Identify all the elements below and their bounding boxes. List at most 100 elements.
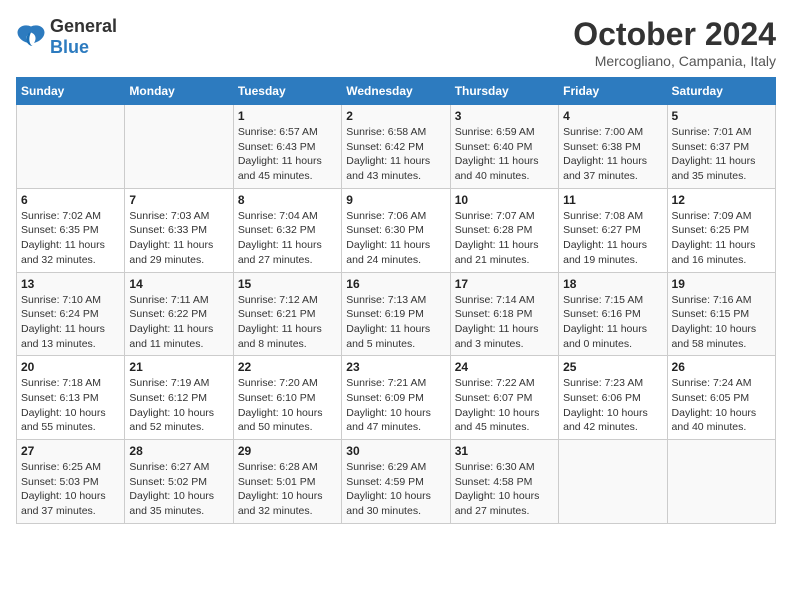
day-number: 12 bbox=[672, 193, 771, 207]
calendar-cell: 29 Sunrise: 6:28 AMSunset: 5:01 PMDayligh… bbox=[233, 440, 341, 524]
day-number: 16 bbox=[346, 277, 445, 291]
day-info: Sunrise: 7:15 AMSunset: 6:16 PMDaylight:… bbox=[563, 293, 662, 352]
sunset-text: Sunset: 6:40 PM bbox=[455, 140, 554, 155]
calendar-cell: 16 Sunrise: 7:13 AMSunset: 6:19 PMDayligh… bbox=[342, 272, 450, 356]
daylight-text: Daylight: 11 hours and 19 minutes. bbox=[563, 238, 662, 267]
day-number: 19 bbox=[672, 277, 771, 291]
calendar-week-1: 1Sunrise: 6:57 AMSunset: 6:43 PMDaylight… bbox=[17, 105, 776, 189]
daylight-text: Daylight: 10 hours and 45 minutes. bbox=[455, 406, 554, 435]
day-info: Sunrise: 7:12 AMSunset: 6:21 PMDaylight:… bbox=[238, 293, 337, 352]
day-info: Sunrise: 6:58 AMSunset: 6:42 PMDaylight:… bbox=[346, 125, 445, 184]
calendar-cell: 11Sunrise: 7:08 AMSunset: 6:27 PMDayligh… bbox=[559, 188, 667, 272]
day-number: 6 bbox=[21, 193, 120, 207]
day-number: 17 bbox=[455, 277, 554, 291]
sunset-text: Sunset: 6:30 PM bbox=[346, 223, 445, 238]
daylight-text: Daylight: 11 hours and 16 minutes. bbox=[672, 238, 771, 267]
day-info: Sunrise: 7:11 AMSunset: 6:22 PMDaylight:… bbox=[129, 293, 228, 352]
sunset-text: Sunset: 6:13 PM bbox=[21, 391, 120, 406]
sunrise-text: Sunrise: 6:59 AM bbox=[455, 125, 554, 140]
day-info: Sunrise: 7:13 AMSunset: 6:19 PMDaylight:… bbox=[346, 293, 445, 352]
sunset-text: Sunset: 6:07 PM bbox=[455, 391, 554, 406]
daylight-text: Daylight: 11 hours and 32 minutes. bbox=[21, 238, 120, 267]
calendar-week-3: 13Sunrise: 7:10 AMSunset: 6:24 PMDayligh… bbox=[17, 272, 776, 356]
daylight-text: Daylight: 10 hours and 58 minutes. bbox=[672, 322, 771, 351]
page-header: General Blue October 2024 Mercogliano, C… bbox=[16, 16, 776, 69]
sunrise-text: Sunrise: 7:13 AM bbox=[346, 293, 445, 308]
calendar-cell: 22Sunrise: 7:20 AMSunset: 6:10 PMDayligh… bbox=[233, 356, 341, 440]
day-info: Sunrise: 7:02 AMSunset: 6:35 PMDaylight:… bbox=[21, 209, 120, 268]
calendar-cell bbox=[667, 440, 775, 524]
daylight-text: Daylight: 11 hours and 0 minutes. bbox=[563, 322, 662, 351]
sunrise-text: Sunrise: 7:18 AM bbox=[21, 376, 120, 391]
sunrise-text: Sunrise: 7:06 AM bbox=[346, 209, 445, 224]
sunrise-text: Sunrise: 6:57 AM bbox=[238, 125, 337, 140]
daylight-text: Daylight: 11 hours and 8 minutes. bbox=[238, 322, 337, 351]
title-block: October 2024 Mercogliano, Campania, Ital… bbox=[573, 16, 776, 69]
sunrise-text: Sunrise: 6:27 AM bbox=[129, 460, 228, 475]
sunrise-text: Sunrise: 7:22 AM bbox=[455, 376, 554, 391]
sunset-text: Sunset: 5:02 PM bbox=[129, 475, 228, 490]
day-number: 10 bbox=[455, 193, 554, 207]
sunset-text: Sunset: 6:28 PM bbox=[455, 223, 554, 238]
sunset-text: Sunset: 6:43 PM bbox=[238, 140, 337, 155]
logo-general: General bbox=[50, 16, 117, 36]
sunrise-text: Sunrise: 6:29 AM bbox=[346, 460, 445, 475]
header-saturday: Saturday bbox=[667, 78, 775, 105]
day-info: Sunrise: 6:29 AMSunset: 4:59 PMDaylight:… bbox=[346, 460, 445, 519]
calendar-cell: 9Sunrise: 7:06 AMSunset: 6:30 PMDaylight… bbox=[342, 188, 450, 272]
daylight-text: Daylight: 11 hours and 13 minutes. bbox=[21, 322, 120, 351]
header-wednesday: Wednesday bbox=[342, 78, 450, 105]
day-info: Sunrise: 6:28 AMSunset: 5:01 PMDaylight:… bbox=[238, 460, 337, 519]
logo: General Blue bbox=[16, 16, 117, 58]
calendar-cell: 19Sunrise: 7:16 AMSunset: 6:15 PMDayligh… bbox=[667, 272, 775, 356]
daylight-text: Daylight: 11 hours and 27 minutes. bbox=[238, 238, 337, 267]
sunset-text: Sunset: 5:03 PM bbox=[21, 475, 120, 490]
daylight-text: Daylight: 11 hours and 21 minutes. bbox=[455, 238, 554, 267]
day-info: Sunrise: 7:18 AMSunset: 6:13 PMDaylight:… bbox=[21, 376, 120, 435]
day-number: 13 bbox=[21, 277, 120, 291]
sunset-text: Sunset: 6:19 PM bbox=[346, 307, 445, 322]
day-info: Sunrise: 7:08 AMSunset: 6:27 PMDaylight:… bbox=[563, 209, 662, 268]
day-info: Sunrise: 6:59 AMSunset: 6:40 PMDaylight:… bbox=[455, 125, 554, 184]
day-number: 24 bbox=[455, 360, 554, 374]
calendar-cell: 24 Sunrise: 7:22 AMSunset: 6:07 PMDayligh… bbox=[450, 356, 558, 440]
day-number: 25 bbox=[563, 360, 662, 374]
sunset-text: Sunset: 6:22 PM bbox=[129, 307, 228, 322]
calendar-cell: 3Sunrise: 6:59 AMSunset: 6:40 PMDaylight… bbox=[450, 105, 558, 189]
day-info: Sunrise: 7:23 AMSunset: 6:06 PMDaylight:… bbox=[563, 376, 662, 435]
daylight-text: Daylight: 10 hours and 42 minutes. bbox=[563, 406, 662, 435]
sunrise-text: Sunrise: 7:21 AM bbox=[346, 376, 445, 391]
day-number: 8 bbox=[238, 193, 337, 207]
calendar-cell: 12Sunrise: 7:09 AMSunset: 6:25 PMDayligh… bbox=[667, 188, 775, 272]
daylight-text: Daylight: 10 hours and 32 minutes. bbox=[238, 489, 337, 518]
logo-blue: Blue bbox=[50, 37, 89, 57]
calendar-cell: 6 Sunrise: 7:02 AMSunset: 6:35 PMDaylight… bbox=[17, 188, 125, 272]
calendar-cell bbox=[559, 440, 667, 524]
sunset-text: Sunset: 6:42 PM bbox=[346, 140, 445, 155]
sunset-text: Sunset: 6:24 PM bbox=[21, 307, 120, 322]
sunrise-text: Sunrise: 6:30 AM bbox=[455, 460, 554, 475]
day-number: 28 bbox=[129, 444, 228, 458]
header-sunday: Sunday bbox=[17, 78, 125, 105]
daylight-text: Daylight: 11 hours and 11 minutes. bbox=[129, 322, 228, 351]
header-friday: Friday bbox=[559, 78, 667, 105]
sunset-text: Sunset: 5:01 PM bbox=[238, 475, 337, 490]
day-number: 29 bbox=[238, 444, 337, 458]
calendar-cell: 10Sunrise: 7:07 AMSunset: 6:28 PMDayligh… bbox=[450, 188, 558, 272]
sunrise-text: Sunrise: 7:14 AM bbox=[455, 293, 554, 308]
day-number: 22 bbox=[238, 360, 337, 374]
daylight-text: Daylight: 11 hours and 35 minutes. bbox=[672, 154, 771, 183]
month-title: October 2024 bbox=[573, 16, 776, 53]
sunset-text: Sunset: 6:06 PM bbox=[563, 391, 662, 406]
sunset-text: Sunset: 6:09 PM bbox=[346, 391, 445, 406]
day-info: Sunrise: 7:06 AMSunset: 6:30 PMDaylight:… bbox=[346, 209, 445, 268]
calendar-week-2: 6 Sunrise: 7:02 AMSunset: 6:35 PMDaylight… bbox=[17, 188, 776, 272]
sunrise-text: Sunrise: 7:12 AM bbox=[238, 293, 337, 308]
sunrise-text: Sunrise: 7:08 AM bbox=[563, 209, 662, 224]
daylight-text: Daylight: 11 hours and 40 minutes. bbox=[455, 154, 554, 183]
sunrise-text: Sunrise: 7:02 AM bbox=[21, 209, 120, 224]
sunset-text: Sunset: 6:12 PM bbox=[129, 391, 228, 406]
day-info: Sunrise: 7:14 AMSunset: 6:18 PMDaylight:… bbox=[455, 293, 554, 352]
calendar-cell: 8Sunrise: 7:04 AMSunset: 6:32 PMDaylight… bbox=[233, 188, 341, 272]
sunrise-text: Sunrise: 7:24 AM bbox=[672, 376, 771, 391]
